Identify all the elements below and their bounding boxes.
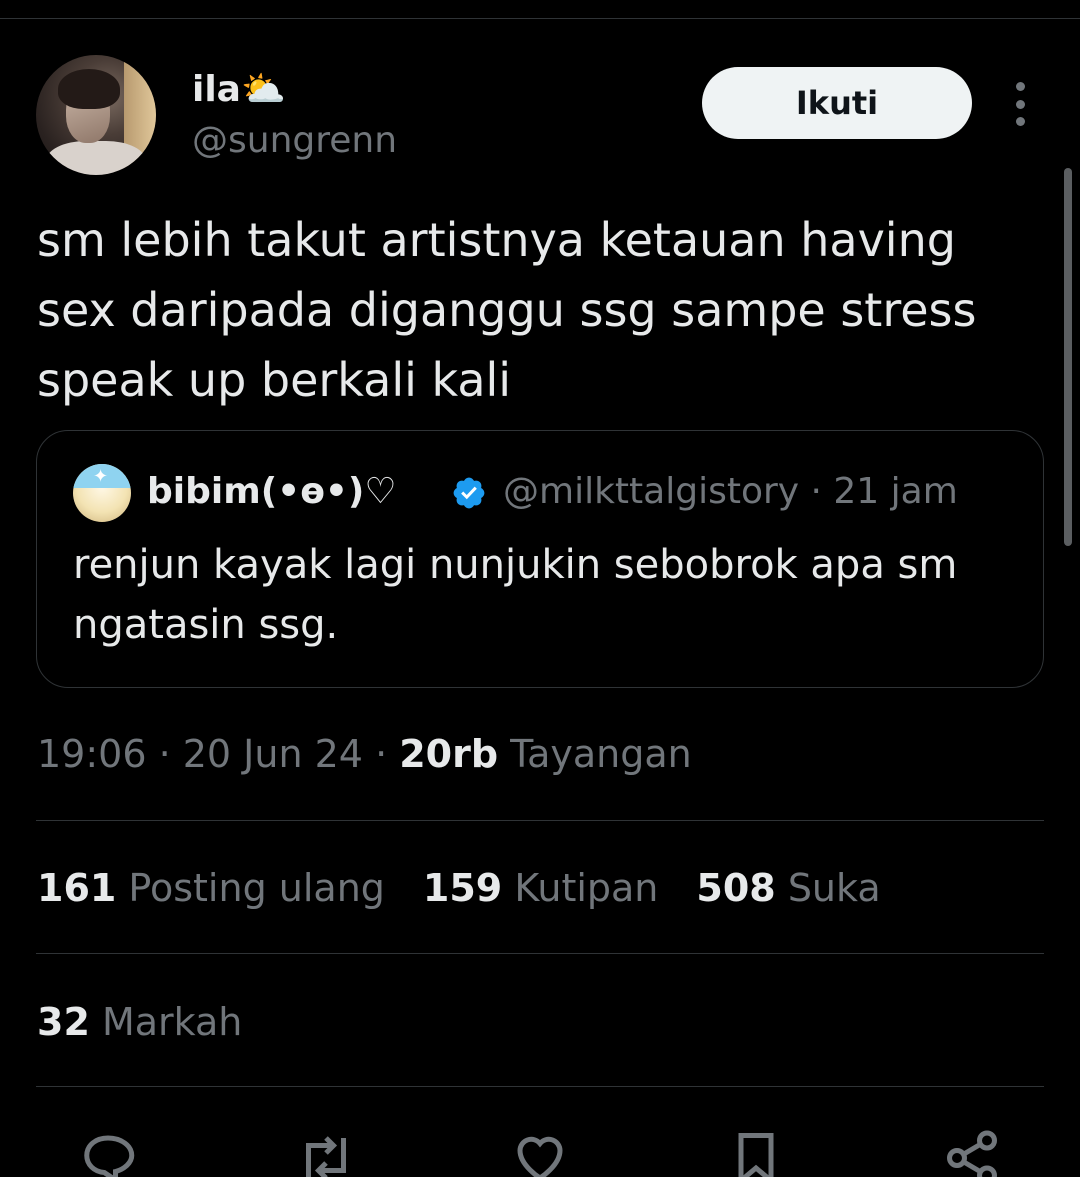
views-count: 20rb xyxy=(399,732,499,776)
tweet-datetime[interactable]: 19:06 · 20 Jun 24 · xyxy=(37,732,399,776)
like-icon[interactable] xyxy=(510,1128,570,1177)
quoted-tweet-text: renjun kayak lagi nunjukin sebobrok apa … xyxy=(73,542,958,648)
likes-stat[interactable]: 508 Suka xyxy=(696,866,880,910)
engagement-stats: 161 Posting ulang 159 Kutipan 508 Suka xyxy=(37,866,881,910)
scrollbar[interactable] xyxy=(1064,168,1072,546)
divider xyxy=(36,953,1044,954)
more-options-icon[interactable] xyxy=(1008,82,1032,126)
divider xyxy=(36,1086,1044,1087)
author-display-name[interactable]: ila⛅ xyxy=(192,68,286,110)
bookmarks-stat[interactable]: 32 Markah xyxy=(37,1000,242,1044)
divider xyxy=(36,820,1044,821)
quoted-author-name[interactable]: bibim(•ɵ•)♡ xyxy=(147,471,397,512)
top-divider xyxy=(0,18,1080,19)
views-label: Tayangan xyxy=(498,732,692,776)
share-icon[interactable] xyxy=(942,1128,1002,1177)
bookmark-icon[interactable] xyxy=(726,1128,786,1177)
author-avatar[interactable] xyxy=(36,55,156,175)
tweet-text: sm lebih takut artistnya ketauan having … xyxy=(37,213,977,407)
reposts-stat[interactable]: 161 Posting ulang xyxy=(37,866,385,910)
quoted-handle-time[interactable]: @milkttalgistory · 21 jam xyxy=(503,471,958,512)
tweet-meta: 19:06 · 20 Jun 24 · 20rb Tayangan xyxy=(37,732,692,776)
quotes-stat[interactable]: 159 Kutipan xyxy=(423,866,658,910)
author-handle[interactable]: @sungrenn xyxy=(192,120,397,161)
repost-icon[interactable] xyxy=(296,1128,356,1177)
reply-icon[interactable] xyxy=(78,1128,138,1177)
quoted-tweet-card[interactable]: ✦ bibim(•ɵ•)♡ @milkttalgistory · 21 jam … xyxy=(36,430,1044,688)
quoted-author-avatar[interactable]: ✦ xyxy=(73,464,131,522)
follow-button[interactable]: Ikuti xyxy=(702,67,972,139)
verified-badge-icon xyxy=(453,477,485,509)
